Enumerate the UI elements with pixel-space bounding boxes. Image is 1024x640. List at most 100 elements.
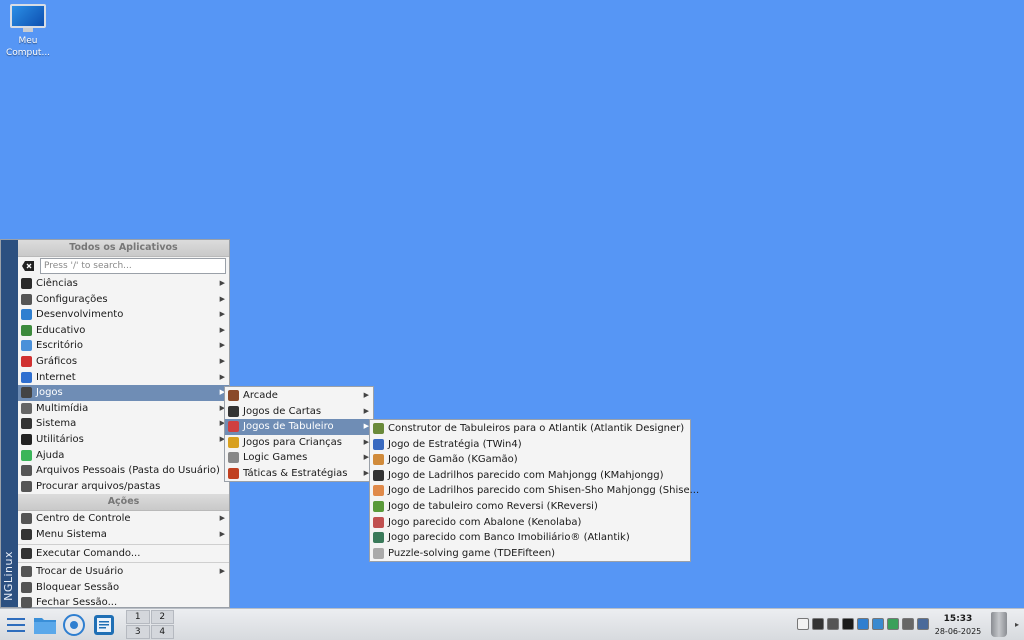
menu-item-label: Multimídia xyxy=(36,402,89,414)
games-item-0[interactable]: Arcade ▶ xyxy=(225,388,373,404)
board-game-item-5[interactable]: Jogo de tabuleiro como Reversi (KReversi… xyxy=(370,499,690,515)
menu-item-6[interactable]: Internet ▶ xyxy=(18,370,229,386)
submenu-arrow-icon: ▶ xyxy=(219,279,225,287)
board-game-item-1[interactable]: Jogo de Estratégia (TWin4) xyxy=(370,437,690,453)
board-icon xyxy=(228,421,239,433)
board-game-item-7[interactable]: Jogo parecido com Banco Imobiliário® (At… xyxy=(370,530,690,546)
volume-icon[interactable] xyxy=(827,618,839,630)
run-command-icon xyxy=(21,547,32,559)
action-item-1[interactable]: Menu Sistema ▶ xyxy=(18,527,229,543)
tray-expand-icon[interactable]: ▸ xyxy=(1015,620,1019,629)
board-game-item-2[interactable]: Jogo de Gamão (KGamão) xyxy=(370,452,690,468)
desktop-2-button[interactable]: 2 xyxy=(150,610,174,624)
menu-item-label: Bloquear Sessão xyxy=(36,581,120,593)
action-item-3[interactable]: Trocar de Usuário ▶ xyxy=(18,564,229,580)
menu-item-3[interactable]: Educativo ▶ xyxy=(18,323,229,339)
internet-icon xyxy=(21,371,32,383)
desktop-pager: 1234 xyxy=(126,610,174,639)
submenu-arrow-icon: ▶ xyxy=(219,356,225,365)
menu-item-11[interactable]: Ajuda xyxy=(18,448,229,464)
games-item-5[interactable]: Táticas & Estratégias ▶ xyxy=(225,466,373,482)
atlantik-icon xyxy=(373,532,384,544)
monitor-icon[interactable] xyxy=(887,618,899,630)
menu-item-label: Jogo de Ladrilhos parecido com Mahjongg … xyxy=(388,469,664,481)
printer-icon[interactable] xyxy=(917,618,929,630)
search-input[interactable] xyxy=(40,258,226,274)
desktop-icon-my-computer[interactable]: Meu Comput... xyxy=(4,4,52,59)
menu-separator xyxy=(18,543,229,545)
desktop-3-button[interactable]: 3 xyxy=(126,625,150,639)
bluetooth-icon[interactable] xyxy=(872,618,884,630)
submenu-arrow-icon: ▶ xyxy=(219,514,225,523)
menu-item-label: Arcade xyxy=(243,390,278,401)
menu-item-4[interactable]: Escritório ▶ xyxy=(18,338,229,354)
menu-item-label: Utilitários xyxy=(36,433,84,445)
browser-icon[interactable] xyxy=(61,612,87,638)
menu-item-label: Jogo parecido com Abalone (Kenolaba) xyxy=(388,516,582,528)
actions-header: Ações xyxy=(18,494,229,512)
menu-item-label: Sistema xyxy=(36,418,77,430)
menu-item-label: Menu Sistema xyxy=(36,528,107,540)
submenu-arrow-icon: ▶ xyxy=(219,567,225,576)
menu-item-12[interactable]: Arquivos Pessoais (Pasta do Usuário) xyxy=(18,463,229,479)
menu-item-label: Internet xyxy=(36,371,76,383)
trash-icon[interactable] xyxy=(991,612,1007,637)
menu-item-0[interactable]: Ciências ▶ xyxy=(18,276,229,292)
board-game-item-0[interactable]: Construtor de Tabuleiros para o Atlantik… xyxy=(370,421,690,437)
text-editor-icon[interactable] xyxy=(91,612,117,638)
board-game-item-6[interactable]: Jogo parecido com Abalone (Kenolaba) xyxy=(370,515,690,531)
folder-icon[interactable] xyxy=(32,612,58,638)
games-item-2[interactable]: Jogos de Tabuleiro ▶ xyxy=(225,419,373,435)
action-item-4[interactable]: Bloquear Sessão xyxy=(18,580,229,596)
submenu-arrow-icon: ▶ xyxy=(219,341,225,350)
desktop-4-button[interactable]: 4 xyxy=(150,625,174,639)
atlantik-designer-icon xyxy=(373,423,384,434)
terminal-icon[interactable] xyxy=(842,618,854,630)
kreversi-icon xyxy=(373,500,384,512)
action-item-0[interactable]: Centro de Controle ▶ xyxy=(18,511,229,527)
search-row xyxy=(18,257,229,276)
board-games-submenu: Construtor de Tabuleiros para o Atlantik… xyxy=(369,419,699,562)
menu-icon[interactable] xyxy=(4,612,30,638)
board-game-item-3[interactable]: Jogo de Ladrilhos parecido com Mahjongg … xyxy=(370,468,690,484)
action-item-2[interactable]: Executar Comando... xyxy=(18,546,229,562)
update-icon[interactable] xyxy=(812,618,824,630)
menu-item-5[interactable]: Gráficos ▶ xyxy=(18,354,229,370)
shisen-icon xyxy=(373,485,384,497)
submenu-arrow-icon: ▶ xyxy=(363,391,369,399)
clipboard-icon[interactable] xyxy=(797,618,809,630)
menu-item-2[interactable]: Desenvolvimento ▶ xyxy=(18,307,229,323)
games-icon xyxy=(21,387,32,399)
games-item-1[interactable]: Jogos de Cartas ▶ xyxy=(225,404,373,420)
menu-item-13[interactable]: Procurar arquivos/pastas xyxy=(18,479,229,495)
desktop-1-button[interactable]: 1 xyxy=(126,610,150,624)
menu-item-label: Logic Games xyxy=(243,452,308,464)
graphics-icon xyxy=(21,355,32,367)
switch-user-icon xyxy=(21,566,32,578)
menu-item-label: Configurações xyxy=(36,293,108,305)
submenu-arrow-icon: ▶ xyxy=(219,325,225,334)
kmahjongg-icon xyxy=(373,469,384,481)
office-icon xyxy=(21,340,32,352)
menu-brand-stripe: NGLinux xyxy=(1,240,18,607)
board-game-item-8[interactable]: Puzzle-solving game (TDEFifteen) xyxy=(370,546,690,562)
games-item-4[interactable]: Logic Games ▶ xyxy=(225,450,373,466)
menu-item-10[interactable]: Utilitários ▶ xyxy=(18,432,229,448)
taskbar: 1234 15:33 28-06-2025 ▸ xyxy=(0,608,1024,640)
menu-item-8[interactable]: Multimídia ▶ xyxy=(18,401,229,417)
logout-icon xyxy=(21,597,32,609)
switch-icon[interactable] xyxy=(902,618,914,630)
network-icon[interactable] xyxy=(857,618,869,630)
board-game-item-4[interactable]: Jogo de Ladrilhos parecido com Shisen-Sh… xyxy=(370,483,699,499)
games-submenu: Arcade ▶ Jogos de Cartas ▶ Jogos de Tabuleir… xyxy=(224,386,374,482)
menu-item-7[interactable]: Jogos ▶ xyxy=(18,385,229,401)
system-menu-icon xyxy=(21,528,32,540)
clear-search-icon[interactable] xyxy=(22,261,34,271)
clock[interactable]: 15:33 28-06-2025 xyxy=(930,612,986,638)
menu-separator xyxy=(18,562,229,564)
menu-item-1[interactable]: Configurações ▶ xyxy=(18,292,229,308)
submenu-arrow-icon: ▶ xyxy=(219,294,225,303)
games-item-3[interactable]: Jogos para Crianças ▶ xyxy=(225,435,373,451)
menu-item-9[interactable]: Sistema ▶ xyxy=(18,416,229,432)
brand-label: NGLinux xyxy=(2,551,15,601)
